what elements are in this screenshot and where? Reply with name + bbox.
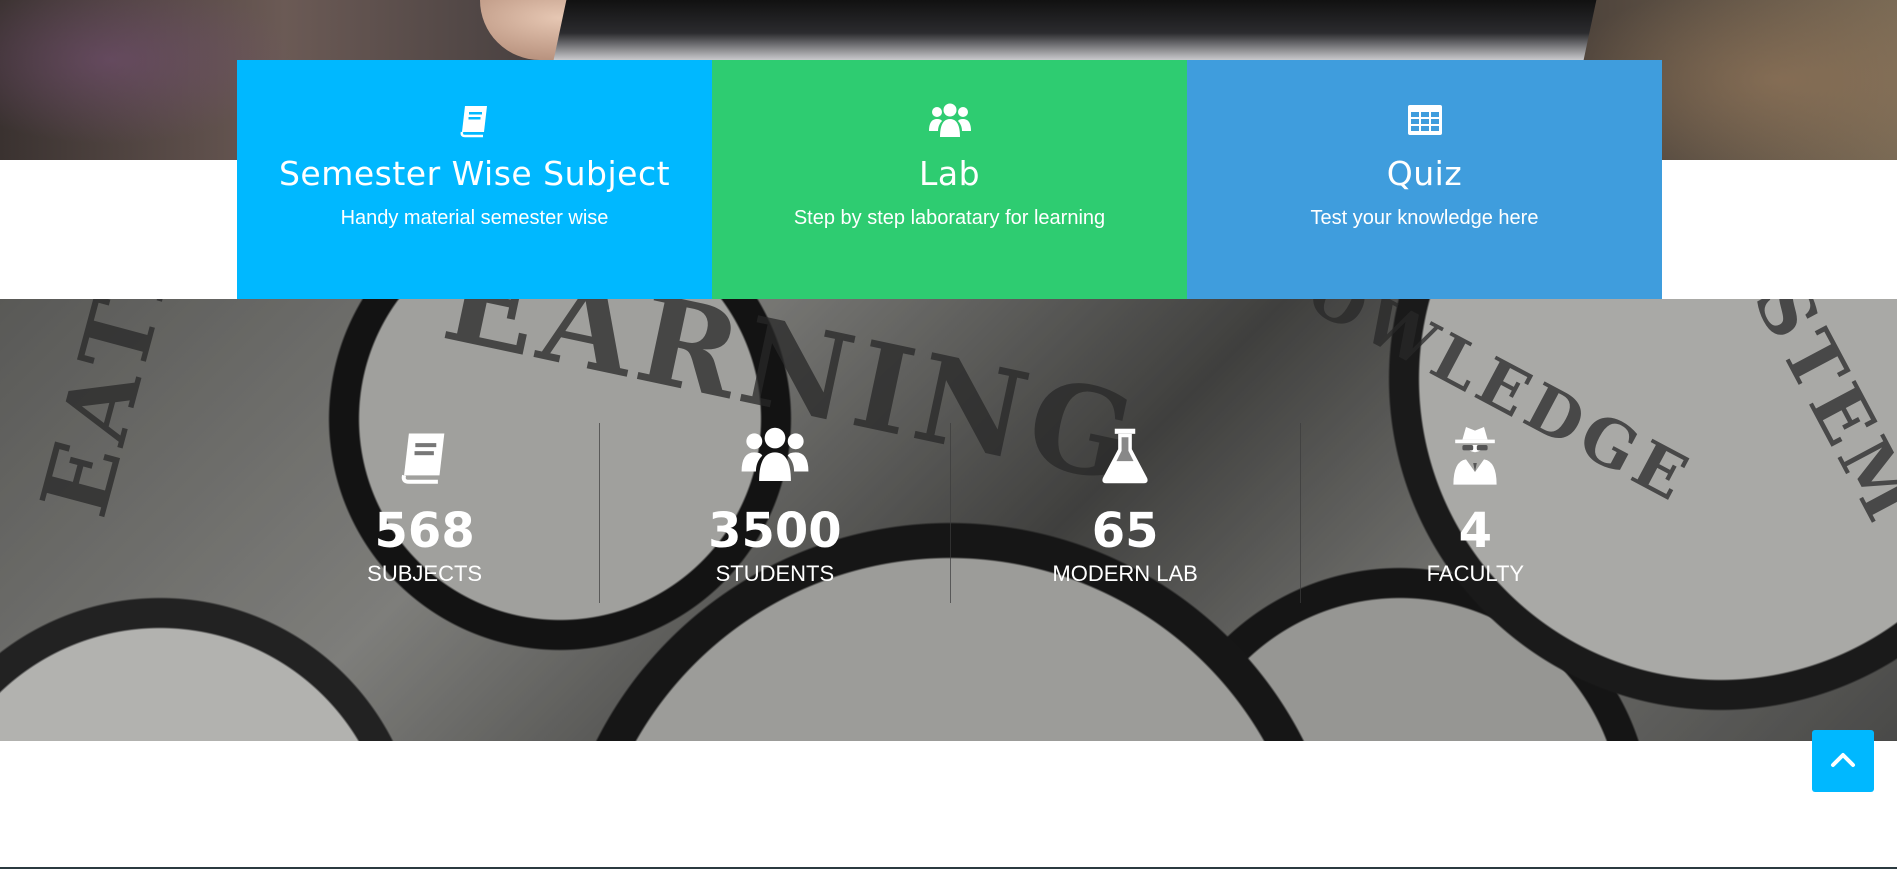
stat-value: 3500 xyxy=(708,503,842,559)
feature-subtitle: Test your knowledge here xyxy=(1310,207,1539,229)
book-icon xyxy=(237,100,712,140)
feature-boxes: Semester Wise Subject Handy material sem… xyxy=(237,60,1662,299)
stat-label: SUBJECTS xyxy=(367,561,483,586)
table-icon xyxy=(1187,100,1662,140)
laptop-keyboard-image xyxy=(553,0,1597,60)
user-secret-icon xyxy=(1301,423,1650,485)
stat-students: 3500 STUDENTS xyxy=(599,423,949,603)
stat-faculty: 4 FACULTY xyxy=(1299,423,1650,603)
feature-title: Lab xyxy=(918,154,981,193)
stats-row: 568 SUBJECTS 3500 STUDENTS 65 MODERN LAB… xyxy=(250,423,1650,603)
stat-value: 568 xyxy=(374,503,475,559)
feature-quiz[interactable]: Quiz Test your knowledge here xyxy=(1187,60,1662,299)
stat-label: FACULTY xyxy=(1426,561,1525,586)
stat-subjects: 568 SUBJECTS xyxy=(250,423,599,603)
book-icon xyxy=(250,423,599,485)
stats-section: EATIVITY EARNING KNOWLEDGE SYSTEM 568 SU… xyxy=(0,299,1897,741)
feature-title: Quiz xyxy=(1386,154,1463,193)
flask-icon xyxy=(951,423,1300,485)
background-word-creativity: EATIVITY xyxy=(20,299,265,527)
stat-value: 65 xyxy=(1091,503,1159,559)
background-word-system: SYSTEM xyxy=(1683,299,1897,540)
feature-semester-wise-subject[interactable]: Semester Wise Subject Handy material sem… xyxy=(237,60,712,299)
chevron-up-icon xyxy=(1830,750,1856,773)
feature-subtitle: Handy material semester wise xyxy=(340,207,609,229)
users-icon xyxy=(600,423,949,485)
stat-label: MODERN LAB xyxy=(1052,561,1198,586)
feature-subtitle: Step by step laboratary for learning xyxy=(793,207,1106,229)
stat-label: STUDENTS xyxy=(715,561,835,586)
users-icon xyxy=(712,100,1187,140)
stat-value: 4 xyxy=(1458,503,1493,559)
stat-modern-lab: 65 MODERN LAB xyxy=(949,423,1300,603)
feature-title: Semester Wise Subject xyxy=(278,154,671,193)
back-to-top-button[interactable] xyxy=(1812,730,1874,792)
feature-lab[interactable]: Lab Step by step laboratary for learning xyxy=(712,60,1187,299)
